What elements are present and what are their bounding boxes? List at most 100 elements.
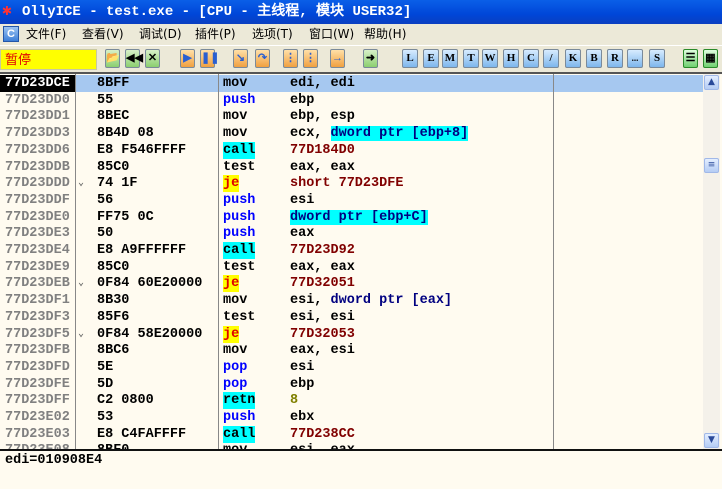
toolbar-button-trace-over[interactable]: ⋮ [303,49,318,68]
disasm-row[interactable]: 77D23DFB 8BC6 mov eax, esi [0,342,703,359]
toolbar-button-r[interactable]: R [607,49,623,68]
address: 77D23DDD [5,176,70,192]
menu-item[interactable]: 插件(P) [195,24,236,44]
disasm-row[interactable]: 77D23E08 8BF0 mov esi, eax [0,442,703,449]
disasm-row[interactable]: 77D23E03 E8 C4FAFFFF call 77D238CC [0,425,703,443]
disasm-row[interactable]: 77D23DDF 56 push esi [0,192,703,209]
toolbar-button-step-into[interactable]: ↘ [233,49,248,68]
disasm-row[interactable]: 77D23DEB ⌄ 0F84 60E20000 je 77D32051 [0,275,703,293]
address: 77D23DEB [5,276,70,292]
disasm-row[interactable]: 77D23DE4 E8 A9FFFFFF call 77D23D92 [0,242,703,259]
menu-item[interactable]: 查看(V) [82,24,124,44]
address: 77D23DCE [0,75,75,92]
toolbar-button-w[interactable]: W [482,49,498,68]
cpu-disassembly-pane[interactable]: 77D23E08 8BF0 mov esi, eax 77D23E03 E8 C4FAFF… [0,72,722,449]
toolbar-button-slash[interactable]: / [543,49,559,68]
toolbar-button-list[interactable]: ☰ [683,49,698,68]
status-indicator: 暂停 [0,49,97,70]
column-divider[interactable] [218,74,219,449]
operands: eax, esi [290,342,355,359]
operands: eax [290,225,314,242]
operands: 77D32051 [290,275,355,292]
toolbar-button-execute-till-return[interactable]: → [330,49,345,68]
operand-part: ebx [290,410,315,425]
disasm-row[interactable]: 77D23DD0 55 push ebp [0,92,703,109]
toolbar-button-k[interactable]: K [565,49,581,68]
toolbar-button-ellipsis[interactable]: ... [627,49,643,68]
mnemonic: push [223,226,256,242]
mnemonic: push [223,209,256,225]
operand-part: short 77D23DFE [290,176,404,192]
disasm-row[interactable]: 77D23DF1 8B30 mov esi, dword ptr [eax] [0,292,703,309]
operands: ecx, dword ptr [ebp+8] [290,125,469,142]
hex-bytes: E8 F546FFFF [97,142,187,158]
disasm-row[interactable]: 77D23DFE 5D pop ebp [0,376,703,393]
toolbar-button-trace-into[interactable]: ⋮ [283,49,298,68]
operands: eax, eax [290,259,355,276]
toolbar-button-restart[interactable]: ◀◀ [125,49,143,68]
operands: 77D184D0 [290,142,355,159]
toolbar-button-h[interactable]: H [503,49,519,68]
disasm-row[interactable]: 77D23E02 53 push ebx [0,409,703,426]
toolbar-button-c[interactable]: C [523,49,539,68]
disasm-row[interactable]: 77D23DFD 5E pop esi [0,359,703,376]
address: 77D23DD6 [5,142,70,158]
scroll-down-button[interactable]: ▼ [704,433,719,448]
disasm-row[interactable]: 77D23DDB 85C0 test eax, eax [0,159,703,176]
cpu-window-icon[interactable]: C [3,26,19,42]
toolbar-button-close[interactable]: ✕ [145,49,160,68]
mnemonic: push [223,410,256,425]
toolbar-button-step-over[interactable]: ↷ [255,49,270,68]
disasm-row[interactable]: 77D23DF3 85F6 test esi, esi [0,309,703,326]
address: 77D23DD1 [5,109,70,125]
scroll-up-button[interactable]: ▲ [704,75,719,90]
hex-bytes: 85C0 [97,259,130,275]
address: 77D23DE3 [5,226,70,242]
operand-part: dword ptr [ebp+C] [290,209,428,225]
disasm-row[interactable]: 77D23DDD ⌄ 74 1F je short 77D23DFE [0,175,703,193]
operand-part: 77D184D0 [290,142,355,158]
disasm-row[interactable]: 77D23DD1 8BEC mov ebp, esp [0,108,703,125]
toolbar-button-open[interactable]: 📂 [105,49,120,68]
toolbar-button-run[interactable]: ▶ [180,49,195,68]
toolbar-button-m[interactable]: M [442,49,458,68]
hex-bytes: 8BEC [97,109,130,125]
disasm-row[interactable]: 77D23DE0 FF75 0C push dword ptr [ebp+C] [0,209,703,226]
toolbar-button-goto[interactable]: ➜ [363,49,378,68]
hex-bytes: 56 [97,192,114,208]
toolbar-button-colors[interactable]: ▦ [703,49,718,68]
operand-part: eax, eax [290,159,355,175]
address: 77D23DFB [5,343,70,359]
disasm-row[interactable]: 77D23DD3 8B4D 08 mov ecx, dword ptr [ebp+8] [0,125,703,142]
disasm-row[interactable]: 77D23DFF C2 0800 retn 8 [0,392,703,410]
mnemonic: je [223,325,240,343]
toolbar-button-t[interactable]: T [463,49,479,68]
column-divider[interactable] [553,74,554,449]
mnemonic: mov [223,293,248,309]
hex-bytes: 8B4D 08 [97,126,154,142]
operand-part: eax, esi [290,343,355,359]
address: 77D23E03 [5,426,70,442]
toolbar-button-e[interactable]: E [423,49,439,68]
disasm-row[interactable]: 77D23DF5 ⌄ 0F84 58E20000 je 77D32053 [0,325,703,343]
disasm-row[interactable]: 77D23DE3 50 push eax [0,225,703,242]
operands: ebp [290,376,314,393]
disasm-row[interactable]: 77D23DD6 E8 F546FFFF call 77D184D0 [0,141,703,159]
disasm-row[interactable]: 77D23DE9 85C0 test eax, eax [0,259,703,276]
toolbar-button-l[interactable]: L [402,49,418,68]
toolbar-button-b[interactable]: B [586,49,602,68]
info-pane: edi=010908E4 [0,449,722,489]
address: 77D23DFF [5,393,70,409]
disasm-row[interactable]: 77D23DCE 8BFF mov edi, edi [0,75,703,92]
vertical-scrollbar[interactable]: ▲ ≡ ▼ [703,74,720,449]
scroll-thumb[interactable]: ≡ [704,158,719,173]
address: 77D23DFD [5,359,70,375]
menu-item[interactable]: 窗口(W) [309,24,354,44]
toolbar-button-pause[interactable]: ❚❚ [200,49,219,68]
menu-item[interactable]: 选项(T) [252,24,293,44]
toolbar-button-s[interactable]: S [649,49,665,68]
menu-item[interactable]: 调试(D) [139,24,182,44]
menu-item[interactable]: 文件(F) [26,24,66,44]
column-divider[interactable] [75,74,76,449]
menu-item[interactable]: 帮助(H) [364,24,406,44]
